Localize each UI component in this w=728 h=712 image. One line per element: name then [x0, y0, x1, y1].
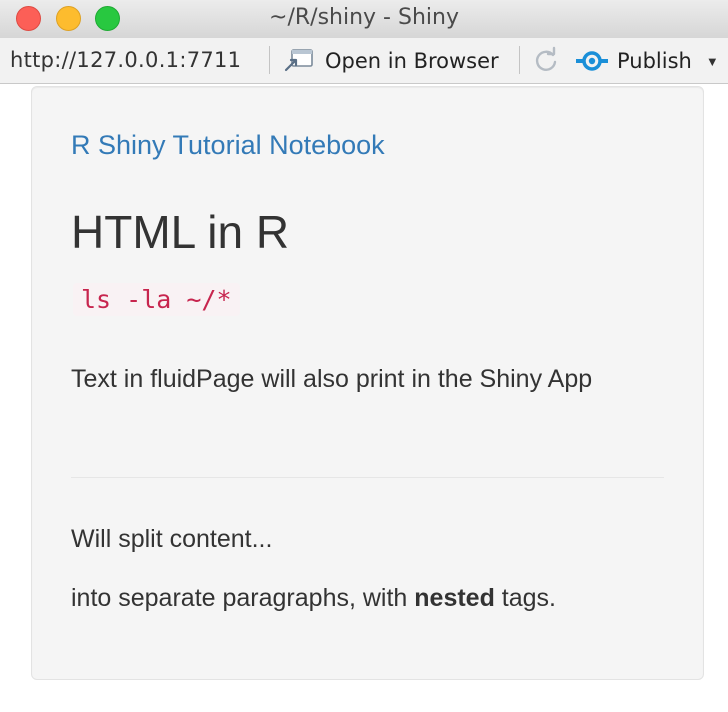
paragraph-text-before: into separate paragraphs, with — [71, 584, 415, 612]
window-title: ~/R/shiny - Shiny — [269, 5, 459, 30]
viewer-toolbar: http://127.0.0.1:7711 Open in Browser Pu… — [0, 38, 728, 84]
page-heading: HTML in R — [71, 206, 290, 258]
paragraph-split-content: Will split content... — [71, 525, 273, 553]
paragraph-nested-tags: into separate paragraphs, with nested ta… — [71, 584, 556, 613]
title-bar: ~/R/shiny - Shiny — [0, 0, 728, 38]
url-display[interactable]: http://127.0.0.1:7711 — [10, 48, 241, 72]
publish-icon — [576, 51, 608, 71]
open-in-browser-label: Open in Browser — [325, 49, 499, 73]
tutorial-notebook-link[interactable]: R Shiny Tutorial Notebook — [71, 130, 385, 161]
bold-nested-text: nested — [414, 584, 495, 612]
toolbar-divider — [519, 46, 520, 74]
refresh-icon[interactable] — [531, 46, 561, 76]
paragraph-text-after: tags. — [494, 584, 557, 612]
open-in-browser-icon — [284, 49, 313, 72]
chevron-down-icon[interactable]: ▼ — [706, 54, 719, 69]
publish-label: Publish — [617, 49, 692, 73]
paragraph-fluidpage: Text in fluidPage will also print in the… — [71, 365, 593, 393]
toolbar-divider — [269, 46, 270, 74]
well-panel: R Shiny Tutorial Notebook HTML in R ls -… — [31, 86, 704, 680]
open-in-browser-button[interactable]: Open in Browser — [283, 44, 499, 78]
horizontal-rule — [71, 477, 664, 478]
code-snippet: ls -la ~/* — [73, 283, 240, 316]
publish-button[interactable]: Publish ▼ — [575, 44, 719, 78]
